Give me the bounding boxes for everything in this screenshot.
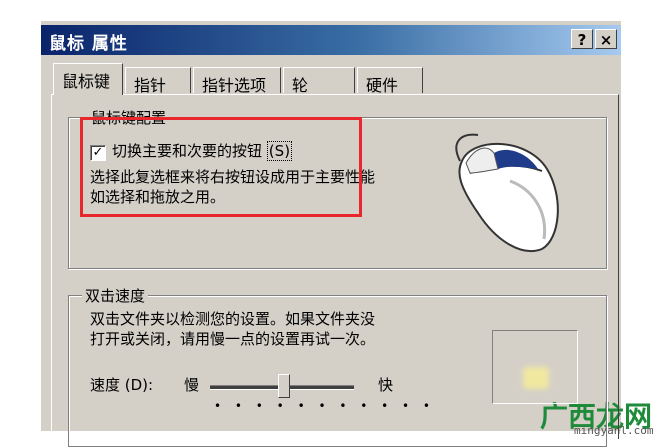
test-folder-area[interactable] xyxy=(492,330,578,404)
title-bar[interactable]: 鼠标 属性 ? × xyxy=(41,25,621,55)
tab-pointer-options[interactable]: 指针选项 xyxy=(193,67,281,95)
double-click-description-1: 双击文件夹以检测您的设置。如果文件夹没 xyxy=(90,310,376,328)
folder-icon xyxy=(523,367,549,389)
window-title: 鼠标 属性 xyxy=(49,34,128,54)
fast-label: 快 xyxy=(378,376,394,394)
mouse-illustration xyxy=(455,133,559,253)
mouse-properties-window: 鼠标 属性 ? × 鼠标键 指针 指针选项 轮 硬件 鼠标键配置 ✓ 切换主要和… xyxy=(40,20,621,447)
tab-hardware[interactable]: 硬件 xyxy=(357,67,423,95)
slow-label: 慢 xyxy=(184,376,200,394)
speed-slider-thumb[interactable] xyxy=(278,374,290,398)
tab-wheel[interactable]: 轮 xyxy=(283,67,355,95)
help-button[interactable]: ? xyxy=(571,29,593,49)
tab-pointers[interactable]: 指针 xyxy=(125,67,191,95)
slider-ticks: • • • • • • • • • • • xyxy=(214,399,436,413)
highlight-box xyxy=(80,117,362,217)
speed-label: 速度 (D): xyxy=(90,376,154,394)
close-button[interactable]: × xyxy=(595,29,617,49)
tab-buttons[interactable]: 鼠标键 xyxy=(53,63,123,95)
double-click-group-label: 双击速度 xyxy=(82,285,149,306)
tab-panel: 鼠标键配置 ✓ 切换主要和次要的按钮 (S) 选择此复选框来将右按钮设成用于主要… xyxy=(51,94,619,447)
double-click-description-2: 打开或关闭，请用慢一点的设置再试一次。 xyxy=(90,330,376,348)
